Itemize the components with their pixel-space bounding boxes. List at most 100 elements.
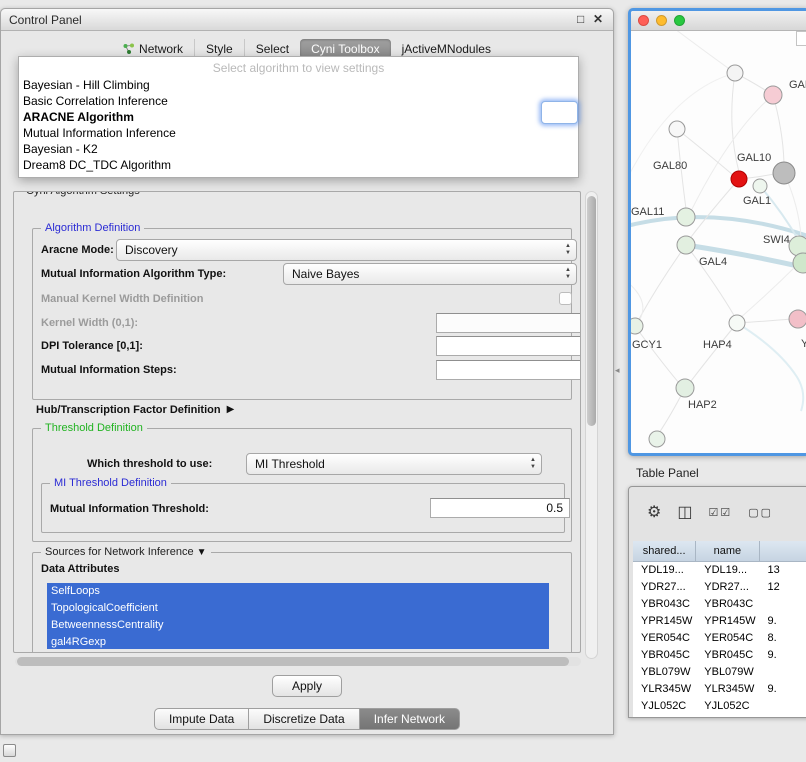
- aracne-mode-select[interactable]: Discovery ▲▼: [116, 239, 577, 261]
- minimize-traffic-light-icon[interactable]: [656, 15, 667, 26]
- attribute-item-topologicalcoefficient[interactable]: TopologicalCoefficient: [47, 600, 549, 617]
- network-edge[interactable]: [635, 326, 679, 383]
- algorithm-popup: Select algorithm to view settings Bayesi…: [18, 56, 579, 178]
- network-window-titlebar[interactable]: [631, 11, 806, 31]
- network-node[interactable]: [631, 318, 643, 334]
- which-threshold-label: Which threshold to use:: [87, 458, 212, 470]
- which-threshold-value: MI Threshold: [255, 457, 325, 471]
- float-window-icon[interactable]: □: [577, 12, 584, 26]
- columns-icon[interactable]: ◫: [677, 505, 692, 521]
- network-node[interactable]: [669, 121, 685, 137]
- network-edge[interactable]: [773, 95, 784, 163]
- mi-threshold-input[interactable]: [430, 498, 570, 518]
- threshold-definition-title: Threshold Definition: [41, 421, 147, 436]
- column-header-2[interactable]: [760, 541, 806, 562]
- table-row[interactable]: YBR045CYBR045C9.: [633, 647, 806, 664]
- select-all-icon[interactable]: ☑☑: [708, 505, 732, 521]
- network-scrollbar-stub[interactable]: [796, 31, 806, 46]
- splitter-collapse-handle[interactable]: ◂: [615, 365, 620, 376]
- algorithm-option-bayesian-hill-climbing[interactable]: Bayesian - Hill Climbing: [19, 77, 578, 93]
- network-node[interactable]: [731, 171, 747, 187]
- zoom-traffic-light-icon[interactable]: [674, 15, 685, 26]
- table-row[interactable]: YDR27...YDR27...12: [633, 579, 806, 596]
- network-edge[interactable]: [691, 179, 739, 237]
- sources-title-text: Sources for Network Inference: [45, 546, 194, 558]
- network-edge[interactable]: [739, 263, 799, 319]
- network-node[interactable]: [649, 431, 665, 447]
- network-edge[interactable]: [671, 31, 735, 73]
- table-cell: YBR045C: [696, 647, 759, 664]
- attribute-item-betweennesscentrality[interactable]: BetweennessCentrality: [47, 617, 549, 634]
- attribute-item-gal4rgexp[interactable]: gal4RGexp: [47, 634, 549, 649]
- manual-kernel-checkbox[interactable]: [559, 292, 572, 305]
- table-row[interactable]: YJL052CYJL052C: [633, 698, 806, 715]
- algorithm-option-basic-correlation-inference[interactable]: Basic Correlation Inference: [19, 93, 578, 109]
- network-node[interactable]: [727, 65, 743, 81]
- close-window-icon[interactable]: ✕: [593, 12, 603, 26]
- attribute-item-selfloops[interactable]: SelfLoops: [47, 583, 549, 600]
- bottom-tab-discretize-data[interactable]: Discretize Data: [249, 708, 359, 730]
- table-cell: [760, 698, 806, 715]
- cyni-algorithm-settings-group: Cyni Algorithm Settings Algorithm Defini…: [13, 191, 581, 653]
- table-cell: 9.: [760, 647, 806, 664]
- hub-definition-toggle[interactable]: Hub/Transcription Factor Definition ▶: [36, 404, 234, 416]
- mi-type-select[interactable]: Naive Bayes ▲▼: [283, 263, 577, 285]
- node-label: HAP4: [703, 339, 732, 351]
- table-row[interactable]: YLR345WYLR345W9.: [633, 681, 806, 698]
- network-edge[interactable]: [639, 245, 686, 319]
- network-node[interactable]: [793, 253, 806, 273]
- kernel-width-input[interactable]: [436, 313, 581, 333]
- network-node[interactable]: [773, 162, 795, 184]
- settings-horizontal-scrollbar[interactable]: [15, 657, 581, 666]
- network-node[interactable]: [764, 86, 782, 104]
- algorithm-option-bayesian-k2[interactable]: Bayesian - K2: [19, 141, 578, 157]
- table-cell: YBR045C: [633, 647, 696, 664]
- table-body: YDL19...YDL19...13YDR27...YDR27...12YBR0…: [633, 562, 806, 715]
- tab-label: Cyni Toolbox: [311, 42, 379, 56]
- manual-kernel-label: Manual Kernel Width Definition: [41, 293, 203, 305]
- network-canvas[interactable]: GAL80GAL10GAL11GAL1SWI4GAL4GCY1HAP4HAP2G…: [631, 31, 806, 453]
- expanded-arrow-icon[interactable]: ▼: [197, 547, 207, 558]
- algorithm-option-aracne-algorithm[interactable]: ARACNE Algorithm: [19, 109, 578, 125]
- network-edge[interactable]: [691, 323, 737, 381]
- bottom-tab-impute-data[interactable]: Impute Data: [154, 708, 249, 730]
- combo-arrows-icon: ▲▼: [530, 457, 536, 471]
- attributes-list[interactable]: SelfLoopsTopologicalCoefficientBetweenne…: [47, 583, 549, 649]
- gear-icon[interactable]: ⚙: [647, 505, 661, 521]
- bottom-tab-infer-network[interactable]: Infer Network: [360, 708, 460, 730]
- network-node[interactable]: [753, 179, 767, 193]
- horizontal-scrollbar-thumb[interactable]: [17, 657, 569, 666]
- network-edge[interactable]: [737, 323, 803, 411]
- node-label: Y: [801, 338, 806, 350]
- table-row[interactable]: YPR145WYPR145W9.: [633, 613, 806, 630]
- column-header-1[interactable]: name: [696, 541, 759, 562]
- close-traffic-light-icon[interactable]: [638, 15, 649, 26]
- table-row[interactable]: YER054CYER054C8.: [633, 630, 806, 647]
- table-row[interactable]: YDL19...YDL19...13: [633, 562, 806, 579]
- network-tab-icon: [123, 43, 135, 55]
- table-row[interactable]: YBR043CYBR043C: [633, 596, 806, 613]
- control-panel-titlebar[interactable]: Control Panel □ ✕: [1, 9, 613, 31]
- table-row[interactable]: YBL079WYBL079W: [633, 664, 806, 681]
- network-node[interactable]: [729, 315, 745, 331]
- apply-button[interactable]: Apply: [272, 675, 342, 697]
- network-node[interactable]: [676, 379, 694, 397]
- tab-label: Style: [206, 42, 233, 56]
- network-node[interactable]: [789, 310, 806, 328]
- algorithm-combo-focused-button[interactable]: [541, 101, 578, 124]
- network-node[interactable]: [677, 208, 695, 226]
- column-header-0[interactable]: shared...: [633, 541, 696, 562]
- dpi-tolerance-input[interactable]: [436, 336, 581, 356]
- mi-steps-input[interactable]: [436, 360, 581, 380]
- algorithm-option-mutual-information-inference[interactable]: Mutual Information Inference: [19, 125, 578, 141]
- which-threshold-select[interactable]: MI Threshold ▲▼: [246, 453, 542, 475]
- mi-type-value: Naive Bayes: [292, 267, 359, 281]
- deselect-all-icon[interactable]: ▢▢: [748, 505, 773, 521]
- network-node[interactable]: [677, 236, 695, 254]
- algorithm-option-dream8-dc-tdc-algorithm[interactable]: Dream8 DC_TDC Algorithm: [19, 157, 578, 173]
- settings-vertical-scrollbar[interactable]: [585, 191, 598, 659]
- network-view-window[interactable]: GAL80GAL10GAL11GAL1SWI4GAL4GCY1HAP4HAP2G…: [628, 8, 806, 456]
- aracne-mode-label: Aracne Mode:: [41, 244, 114, 256]
- vertical-scrollbar-thumb[interactable]: [587, 196, 596, 426]
- docked-panel-icon[interactable]: [3, 744, 16, 757]
